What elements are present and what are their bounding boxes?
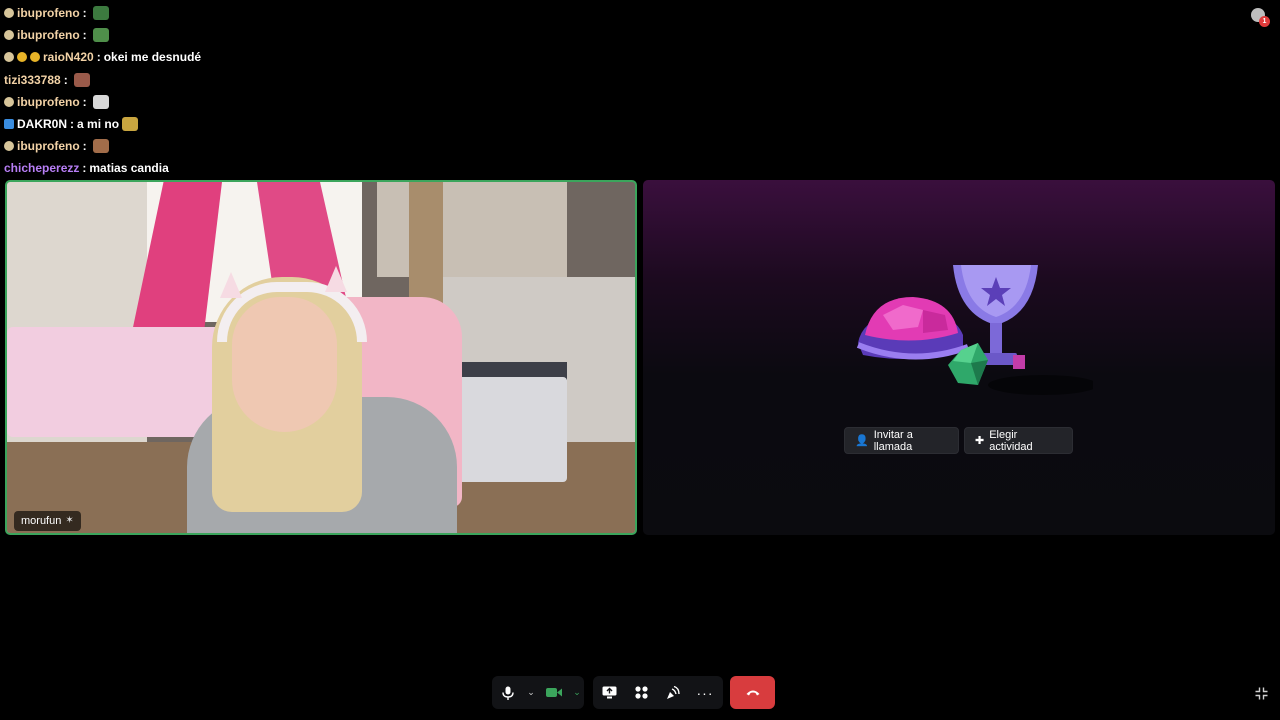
add-person-icon: 👤 (855, 435, 869, 447)
video-options-chevron[interactable]: ⌄ (570, 676, 584, 709)
chat-badge-icon (4, 52, 14, 63)
activities-icon (634, 686, 648, 699)
chat-message: raioN420: okei me desnudé (4, 46, 404, 68)
chat-badge-icon (4, 30, 14, 41)
chat-separator: : (82, 94, 87, 109)
participant-video-tile[interactable]: morufun ✶ (5, 180, 637, 535)
camera-button[interactable] (538, 676, 570, 709)
chat-username[interactable]: ibuprofeno (17, 139, 80, 153)
exit-fullscreen-icon (1255, 687, 1267, 699)
microphone-icon (502, 686, 514, 700)
activity-illustration (856, 265, 1093, 395)
disconnect-button[interactable] (730, 676, 775, 709)
chat-separator: : (63, 72, 68, 87)
chat-separator: : (70, 117, 75, 132)
chat-emote-icon (92, 94, 109, 109)
mute-button[interactable] (492, 676, 524, 709)
chat-emote-icon (122, 117, 139, 132)
screen-share-icon (602, 686, 616, 699)
camera-icon (546, 688, 562, 697)
chat-username[interactable]: ibuprofeno (17, 95, 80, 109)
chat-badge-icon (4, 96, 14, 107)
more-options-button[interactable]: ··· (689, 676, 721, 709)
chat-message: tizi333788: (4, 69, 404, 91)
chat-separator: : (96, 50, 101, 65)
chat-overlay: ibuprofeno: ibuprofeno: raioN420: okei me d… (4, 2, 404, 180)
activity-icon: ✚ (975, 435, 985, 447)
audio-video-controls: ⌄ ⌄ (492, 676, 584, 709)
chat-separator: : (82, 139, 87, 154)
chat-message: ibuprofeno: (4, 135, 404, 157)
chat-emote-icon (92, 6, 109, 21)
notification-indicator[interactable]: 1 (1251, 8, 1270, 27)
chat-badge-icon (4, 8, 14, 19)
chat-message: ibuprofeno: (4, 24, 404, 46)
chat-emote-icon (92, 28, 109, 43)
chat-text: matias candia (89, 161, 169, 176)
choose-activity-label: Elegir actividad (989, 428, 1033, 453)
share-screen-button[interactable] (593, 676, 625, 709)
chat-username[interactable]: ibuprofeno (17, 28, 80, 42)
chat-username[interactable]: tizi333788 (4, 73, 61, 87)
hang-up-icon (746, 690, 759, 696)
chat-badge-icon (30, 52, 40, 63)
chat-emote-icon (73, 72, 90, 87)
chat-username[interactable]: chicheperezz (4, 161, 79, 175)
choose-activity-button[interactable]: ✚ Elegir actividad (964, 427, 1073, 454)
chat-badge-icon (4, 141, 14, 152)
participant-name: morufun (21, 515, 62, 527)
chat-username[interactable]: DAKR0N (17, 117, 67, 131)
chat-message: chicheperezz: matias candia (4, 157, 404, 179)
chat-text: a mi no (77, 117, 120, 132)
activities-button[interactable] (625, 676, 657, 709)
chat-emote-icon (92, 139, 109, 154)
chat-badge-icon (4, 119, 14, 130)
chat-message: ibuprofeno: (4, 91, 404, 113)
notification-count: 1 (1259, 16, 1270, 27)
chat-text: okei me desnudé (103, 50, 202, 65)
activity-tile: 👤 Invitar a llamada ✚ Elegir actividad (643, 180, 1275, 535)
chat-separator: : (82, 28, 87, 43)
chat-message: ibuprofeno: (4, 2, 404, 24)
chat-message: DAKR0N: a mi no (4, 113, 404, 135)
audio-options-chevron[interactable]: ⌄ (524, 676, 538, 709)
soundboard-icon (667, 685, 680, 699)
call-tools: ··· (593, 676, 723, 709)
more-icon: ··· (696, 684, 714, 701)
invite-label: Invitar a llamada (873, 428, 913, 453)
chat-username[interactable]: ibuprofeno (17, 6, 80, 20)
fullscreen-button[interactable] (1252, 684, 1270, 702)
participant-name-tag: morufun ✶ (14, 511, 81, 531)
chat-badge-icon (17, 52, 27, 63)
streaming-icon: ✶ (65, 515, 74, 526)
soundboard-button[interactable] (657, 676, 689, 709)
chat-separator: : (82, 6, 87, 21)
chat-username[interactable]: raioN420 (43, 50, 94, 64)
chat-separator: : (82, 161, 87, 176)
invite-to-call-button[interactable]: 👤 Invitar a llamada (844, 427, 959, 454)
